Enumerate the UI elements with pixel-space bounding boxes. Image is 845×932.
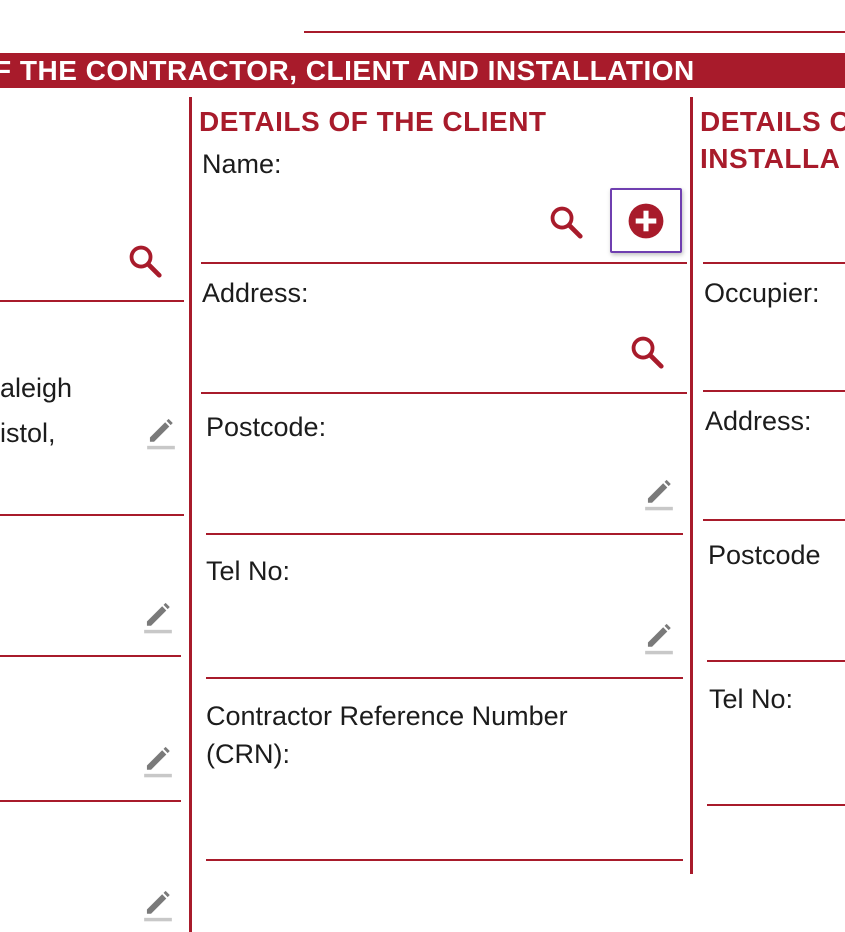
edit-icon[interactable]: [642, 619, 676, 655]
contractor-address-line: istol,: [0, 418, 56, 448]
field-underline: [0, 655, 181, 657]
top-divider: [304, 31, 845, 33]
installation-heading: DETAILS C: [700, 106, 845, 137]
installation-heading: INSTALLA: [700, 143, 841, 174]
edit-icon[interactable]: [141, 886, 175, 922]
client-name-label: Name:: [202, 149, 282, 179]
client-tel-label: Tel No:: [206, 556, 291, 586]
installation-postcode-label: Postcode: [708, 540, 821, 570]
column-divider-right: [690, 97, 693, 874]
edit-icon[interactable]: [642, 475, 676, 511]
client-heading: DETAILS OF THE CLIENT: [199, 106, 547, 137]
client-crn-label: (CRN):: [206, 739, 290, 769]
field-underline: [703, 519, 845, 521]
search-icon[interactable]: [126, 242, 164, 280]
client-address-label: Address:: [202, 278, 309, 308]
client-postcode-label: Postcode:: [206, 412, 327, 442]
edit-icon[interactable]: [141, 598, 175, 634]
field-underline: [703, 390, 845, 392]
field-underline: [206, 677, 683, 679]
column-divider-left: [189, 97, 192, 932]
field-underline: [0, 300, 184, 302]
add-client-button[interactable]: [610, 188, 682, 253]
field-underline: [707, 804, 845, 806]
section-banner: F THE CONTRACTOR, CLIENT AND INSTALLATIO…: [0, 53, 845, 88]
search-icon[interactable]: [547, 203, 585, 241]
field-underline: [707, 660, 845, 662]
field-underline: [206, 859, 683, 861]
installation-tel-label: Tel No:: [709, 684, 794, 714]
client-crn-label: Contractor Reference Number: [206, 701, 568, 731]
field-underline: [206, 533, 683, 535]
edit-icon[interactable]: [141, 742, 175, 778]
field-underline: [0, 514, 184, 516]
contractor-address-line: aleigh: [0, 373, 73, 403]
banner-title: F THE CONTRACTOR, CLIENT AND INSTALLATIO…: [0, 55, 695, 86]
add-icon: [628, 203, 664, 239]
field-underline: [201, 262, 687, 264]
form-page: F THE CONTRACTOR, CLIENT AND INSTALLATIO…: [0, 0, 845, 932]
field-underline: [703, 262, 845, 264]
search-icon[interactable]: [628, 333, 666, 371]
installation-occupier-label: Occupier:: [704, 278, 820, 308]
field-underline: [201, 392, 687, 394]
installation-address-label: Address:: [705, 406, 812, 436]
field-underline: [0, 800, 181, 802]
edit-icon[interactable]: [144, 414, 178, 450]
